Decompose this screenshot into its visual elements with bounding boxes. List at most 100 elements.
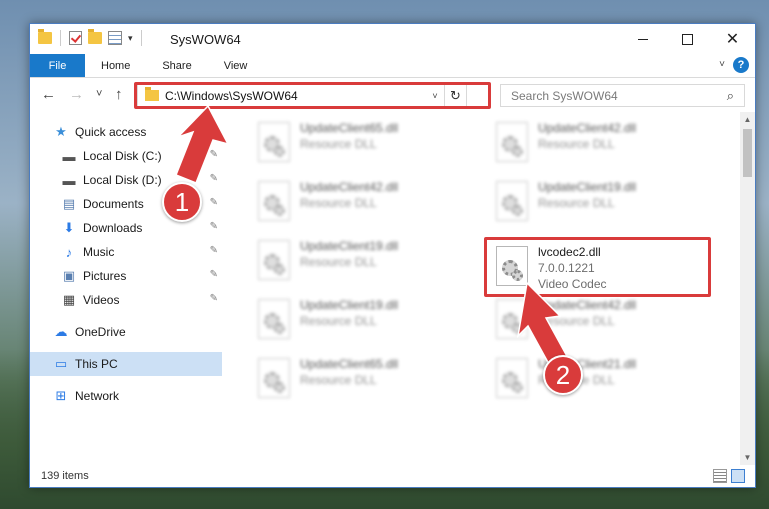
properties-check-icon[interactable] (69, 31, 82, 45)
file-text: UpdateClient42.dll Resource DLL (538, 120, 636, 152)
help-icon[interactable]: ? (733, 57, 749, 73)
file-text: UpdateClient42.dll Resource DLL (538, 297, 636, 329)
file-type: Resource DLL (300, 196, 377, 210)
dll-file-icon (258, 122, 290, 162)
close-button[interactable]: ✕ (710, 24, 755, 54)
explorer-window: ▾ SysWOW64 ✕ File Home Share View ˅ ? ← … (29, 23, 756, 488)
file-type: Resource DLL (300, 373, 377, 387)
gear-icon (512, 146, 523, 157)
pin-icon[interactable]: ✎ (210, 269, 218, 280)
sidebar-item-this-pc[interactable]: ▭ This PC (30, 352, 222, 376)
computer-icon: ▭ (54, 356, 68, 371)
file-item[interactable]: UpdateClient19.dll Resource DLL (234, 234, 464, 290)
file-item[interactable]: UpdateClient65.dll Resource DLL (234, 352, 464, 408)
dll-file-icon (496, 358, 528, 398)
gear-icon (512, 323, 523, 334)
file-item[interactable]: UpdateClient65.dll Resource DLL (234, 116, 464, 172)
file-name: UpdateClient65.dll (300, 357, 399, 371)
sidebar-item-label: Music (83, 245, 115, 259)
documents-icon: ▤ (62, 196, 76, 211)
gear-icon (274, 205, 285, 216)
pin-icon[interactable]: ✎ (210, 293, 218, 304)
pictures-icon: ▣ (62, 268, 76, 283)
file-text: UpdateClient42.dll Resource DLL (300, 179, 398, 211)
minimize-button[interactable] (620, 24, 665, 54)
sidebar-item-label: Quick access (75, 125, 147, 139)
sidebar-item-label: Local Disk (C:) (83, 149, 162, 163)
sidebar-item-quick-access[interactable]: ★ Quick access (30, 120, 222, 144)
file-list: UpdateClient65.dll Resource DLL UpdateClie… (224, 112, 740, 465)
pin-icon[interactable]: ✎ (210, 245, 218, 256)
file-text: UpdateClient65.dll Resource DLL (300, 120, 398, 152)
tiles-view-icon[interactable] (731, 469, 745, 483)
sidebar-item-downloads[interactable]: ⬇ Downloads ✎ (30, 216, 222, 240)
new-folder-icon[interactable] (88, 29, 102, 44)
sidebar-item-label: Local Disk (D:) (83, 173, 162, 187)
scroll-down-icon[interactable]: ▼ (740, 450, 755, 465)
tab-file[interactable]: File (30, 54, 85, 77)
sidebar-item-onedrive[interactable]: ☁ OneDrive (30, 320, 222, 344)
search-placeholder: Search SysWOW64 (511, 88, 618, 103)
network-icon: ⊞ (55, 388, 67, 403)
tab-view[interactable]: View (208, 54, 264, 77)
sidebar-item-label: Documents (83, 197, 144, 211)
toolbar-separator (60, 30, 61, 46)
quick-access-toolbar: ▾ (38, 29, 144, 46)
recent-locations-button[interactable]: ˅ (96, 88, 102, 100)
navigation-bar: ← → ˅ ↑ C:\Windows\SysWOW64 ˅ ↻ Search S… (30, 78, 755, 112)
sidebar-item-label: Videos (83, 293, 120, 307)
window-title: SysWOW64 (170, 32, 241, 47)
details-view-icon[interactable] (713, 469, 727, 483)
vertical-scrollbar[interactable]: ▲ ▼ (740, 112, 755, 465)
file-item[interactable]: UpdateClient42.dll Resource DLL (234, 175, 464, 231)
maximize-button[interactable] (665, 24, 710, 54)
file-item[interactable]: UpdateClient42.dll Resource DLL (472, 293, 702, 349)
title-bar: ▾ SysWOW64 ✕ (30, 24, 755, 54)
scroll-thumb[interactable] (743, 129, 752, 177)
back-button[interactable]: ← (41, 86, 56, 103)
sidebar-item-local-disk-c[interactable]: ▬ Local Disk (C:) ✎ (30, 144, 222, 168)
toolbar-dropdown-icon[interactable]: ▾ (128, 33, 133, 44)
expand-ribbon-icon[interactable]: ˅ (719, 59, 725, 70)
forward-button[interactable]: → (69, 86, 84, 103)
pin-icon[interactable]: ✎ (210, 197, 218, 208)
videos-icon: ▦ (62, 292, 76, 307)
sidebar-item-network[interactable]: ⊞ Network (30, 384, 222, 408)
file-name: UpdateClient42.dll (538, 121, 637, 135)
gear-icon (512, 205, 523, 216)
sidebar-item-label: Network (75, 389, 120, 403)
downloads-icon: ⬇ (63, 220, 75, 235)
file-item[interactable]: UpdateClient19.dll Resource DLL (472, 175, 702, 231)
file-item[interactable]: UpdateClient42.dll Resource DLL (472, 116, 702, 172)
step-badge-2: 2 (543, 355, 583, 395)
file-type: Resource DLL (300, 314, 377, 328)
pin-icon[interactable]: ✎ (210, 149, 218, 160)
dll-file-icon (496, 181, 528, 221)
search-input[interactable]: Search SysWOW64 ⌕ (500, 84, 745, 107)
pin-icon[interactable]: ✎ (210, 173, 218, 184)
pin-icon[interactable]: ✎ (210, 221, 218, 232)
sidebar-item-label: Pictures (83, 269, 127, 283)
sidebar-item-pictures[interactable]: ▣ Pictures ✎ (30, 264, 222, 288)
file-name: UpdateClient42.dll (538, 298, 637, 312)
tab-share[interactable]: Share (146, 54, 207, 77)
file-item[interactable]: UpdateClient19.dll Resource DLL (234, 293, 464, 349)
sidebar-item-music[interactable]: ♪ Music ✎ (30, 240, 222, 264)
dll-file-icon (258, 240, 290, 280)
tab-home[interactable]: Home (85, 54, 146, 77)
gear-icon (274, 264, 285, 275)
file-name: UpdateClient42.dll (300, 180, 399, 194)
navigation-pane: ★ Quick access ▬ Local Disk (C:) ✎ ▬ Loc… (30, 112, 222, 465)
step-badge-1: 1 (162, 182, 202, 222)
file-name: UpdateClient19.dll (538, 180, 637, 194)
sidebar-item-videos[interactable]: ▦ Videos ✎ (30, 288, 222, 312)
up-button[interactable]: ↑ (115, 86, 123, 103)
sidebar-item-label: OneDrive (75, 325, 126, 339)
scroll-up-icon[interactable]: ▲ (740, 112, 755, 127)
search-icon[interactable]: ⌕ (727, 88, 734, 104)
file-type: Resource DLL (300, 255, 377, 269)
file-item[interactable]: UpdateClient21.dllResource DLL (472, 352, 702, 408)
file-highlight-box (484, 237, 711, 297)
toolbar-separator (140, 30, 142, 46)
customize-icon[interactable] (108, 31, 122, 45)
